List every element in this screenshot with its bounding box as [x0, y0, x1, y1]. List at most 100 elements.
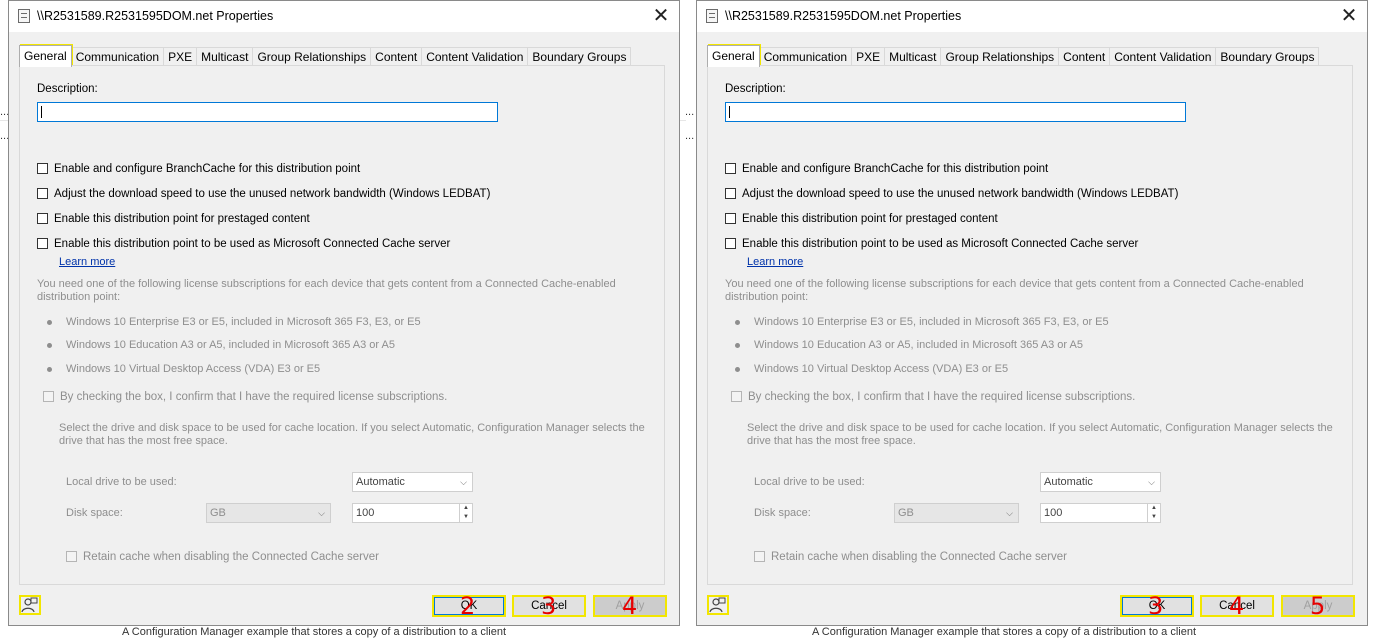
- tab-strip: General Communication PXE Multicast Group Re…: [707, 45, 1320, 67]
- confirm-license-checkbox[interactable]: [731, 391, 742, 403]
- checkbox-label: Enable this distribution point for prest…: [54, 212, 310, 225]
- learn-more-link[interactable]: Learn more: [747, 256, 803, 268]
- background-row-dots: ...: [685, 130, 695, 142]
- background-caption: A Configuration Manager example that sto…: [122, 626, 506, 638]
- spinner-arrows-icon[interactable]: ▲ ▼: [459, 504, 472, 522]
- local-drive-value: Automatic: [1044, 476, 1093, 488]
- bullet-icon: [735, 342, 740, 348]
- tab-communication[interactable]: Communication: [70, 47, 165, 67]
- tab-boundary-groups[interactable]: Boundary Groups: [1215, 47, 1320, 67]
- background-row-line: [680, 120, 686, 121]
- checkbox-label: Enable this distribution point for prest…: [742, 212, 998, 225]
- bullet-icon: [47, 319, 52, 325]
- disk-space-spinner[interactable]: 100 ▲ ▼: [1040, 503, 1161, 523]
- background-row-dots: ...: [685, 106, 695, 118]
- bullet-icon: [47, 342, 52, 348]
- connected-cache-checkbox-row[interactable]: Enable this distribution point to be use…: [725, 236, 1138, 252]
- close-icon[interactable]: ✕: [649, 4, 673, 28]
- prestaged-checkbox[interactable]: [725, 213, 736, 225]
- description-field[interactable]: [725, 102, 1186, 122]
- disk-unit-value: GB: [210, 507, 226, 519]
- tab-general[interactable]: General: [19, 45, 72, 67]
- spinner-arrows-icon[interactable]: ▲ ▼: [1147, 504, 1160, 522]
- confirm-license-checkbox-row[interactable]: By checking the box, I confirm that I ha…: [731, 389, 1135, 405]
- tab-content[interactable]: Content: [1058, 47, 1111, 67]
- bullet-text: Windows 10 Enterprise E3 or E5, included…: [754, 316, 1109, 328]
- local-drive-select[interactable]: Automatic ⌵: [1040, 472, 1161, 492]
- tab-pxe[interactable]: PXE: [163, 47, 198, 67]
- local-drive-select[interactable]: Automatic ⌵: [352, 472, 473, 492]
- tab-pxe[interactable]: PXE: [851, 47, 886, 67]
- ledbat-checkbox-row[interactable]: Adjust the download speed to use the unu…: [37, 186, 490, 202]
- bullet-text: Windows 10 Virtual Desktop Access (VDA) …: [66, 363, 321, 375]
- disk-space-value: 100: [356, 507, 375, 519]
- disk-space-label: Disk space:: [754, 507, 811, 519]
- disk-space-spinner[interactable]: 100 ▲ ▼: [352, 503, 473, 523]
- text-caret: [729, 106, 730, 118]
- tab-general[interactable]: General: [707, 45, 760, 67]
- local-drive-value: Automatic: [356, 476, 405, 488]
- tab-content-validation[interactable]: Content Validation: [1109, 47, 1217, 67]
- prestaged-checkbox-row[interactable]: Enable this distribution point for prest…: [725, 211, 998, 227]
- dialog-title: \\R2531589.R2531595DOM.net Properties: [37, 9, 274, 23]
- disk-space-value: 100: [1044, 507, 1063, 519]
- tab-group-relationships[interactable]: Group Relationships: [940, 47, 1060, 67]
- connected-cache-checkbox-row[interactable]: Enable this distribution point to be use…: [37, 236, 450, 252]
- disk-unit-select[interactable]: GB ⌵: [206, 503, 331, 523]
- prestaged-checkbox-row[interactable]: Enable this distribution point for prest…: [37, 211, 310, 227]
- ledbat-checkbox[interactable]: [725, 188, 736, 200]
- user-help-icon[interactable]: [19, 595, 41, 615]
- user-icon: [709, 597, 726, 613]
- chevron-down-icon: ⌵: [318, 508, 325, 518]
- tab-multicast[interactable]: Multicast: [196, 47, 254, 67]
- retain-cache-checkbox-row[interactable]: Retain cache when disabling the Connecte…: [66, 549, 379, 565]
- tab-boundary-groups[interactable]: Boundary Groups: [527, 47, 632, 67]
- prestaged-checkbox[interactable]: [37, 213, 48, 225]
- step-number: 5: [1310, 592, 1326, 620]
- description-field[interactable]: [37, 102, 498, 122]
- confirm-license-checkbox[interactable]: [43, 391, 54, 403]
- step-number: 4: [622, 592, 638, 620]
- bullet-text: Windows 10 Education A3 or A5, included …: [66, 339, 395, 351]
- tab-content-validation[interactable]: Content Validation: [421, 47, 529, 67]
- bullet-icon: [47, 366, 52, 372]
- disk-unit-select[interactable]: GB ⌵: [894, 503, 1019, 523]
- branchcache-checkbox-row[interactable]: Enable and configure BranchCache for thi…: [37, 161, 360, 177]
- tab-content[interactable]: Content: [370, 47, 423, 67]
- branchcache-checkbox-row[interactable]: Enable and configure BranchCache for thi…: [725, 161, 1048, 177]
- user-help-icon[interactable]: [707, 595, 729, 615]
- connected-cache-checkbox[interactable]: [725, 238, 736, 250]
- checkbox-label: Enable and configure BranchCache for thi…: [54, 162, 361, 175]
- tab-communication[interactable]: Communication: [758, 47, 853, 67]
- license-bullet: Windows 10 Education A3 or A5, included …: [735, 339, 1083, 351]
- background-caption: A Configuration Manager example that sto…: [812, 626, 1196, 638]
- tab-multicast[interactable]: Multicast: [884, 47, 942, 67]
- chevron-down-icon: ⌵: [1148, 477, 1155, 487]
- tab-group-relationships[interactable]: Group Relationships: [252, 47, 372, 67]
- ledbat-checkbox-row[interactable]: Adjust the download speed to use the unu…: [725, 186, 1178, 202]
- branchcache-checkbox[interactable]: [37, 163, 48, 175]
- ledbat-checkbox[interactable]: [37, 188, 48, 200]
- learn-more-link[interactable]: Learn more: [59, 256, 115, 268]
- retain-cache-checkbox[interactable]: [66, 551, 77, 563]
- drive-note: Select the drive and disk space to be us…: [59, 422, 645, 447]
- confirm-license-checkbox-row[interactable]: By checking the box, I confirm that I ha…: [43, 389, 447, 405]
- license-bullet: Windows 10 Education A3 or A5, included …: [47, 339, 395, 351]
- retain-cache-checkbox[interactable]: [754, 551, 765, 563]
- properties-icon: [18, 9, 30, 23]
- bullet-text: Windows 10 Enterprise E3 or E5, included…: [66, 316, 421, 328]
- checkbox-label: Enable this distribution point to be use…: [742, 237, 1139, 250]
- bullet-text: Windows 10 Virtual Desktop Access (VDA) …: [754, 363, 1009, 375]
- properties-icon: [706, 9, 718, 23]
- disk-space-label: Disk space:: [66, 507, 123, 519]
- branchcache-checkbox[interactable]: [725, 163, 736, 175]
- user-icon: [21, 597, 38, 613]
- license-bullet: Windows 10 Virtual Desktop Access (VDA) …: [735, 363, 1008, 375]
- title-bar: \\R2531589.R2531595DOM.net Properties ✕: [697, 1, 1367, 32]
- retain-cache-checkbox-row[interactable]: Retain cache when disabling the Connecte…: [754, 549, 1067, 565]
- connected-cache-checkbox[interactable]: [37, 238, 48, 250]
- close-icon[interactable]: ✕: [1337, 4, 1361, 28]
- step-number: 3: [1148, 592, 1164, 620]
- checkbox-label: By checking the box, I confirm that I ha…: [60, 390, 448, 403]
- license-bullet: Windows 10 Enterprise E3 or E5, included…: [735, 316, 1109, 328]
